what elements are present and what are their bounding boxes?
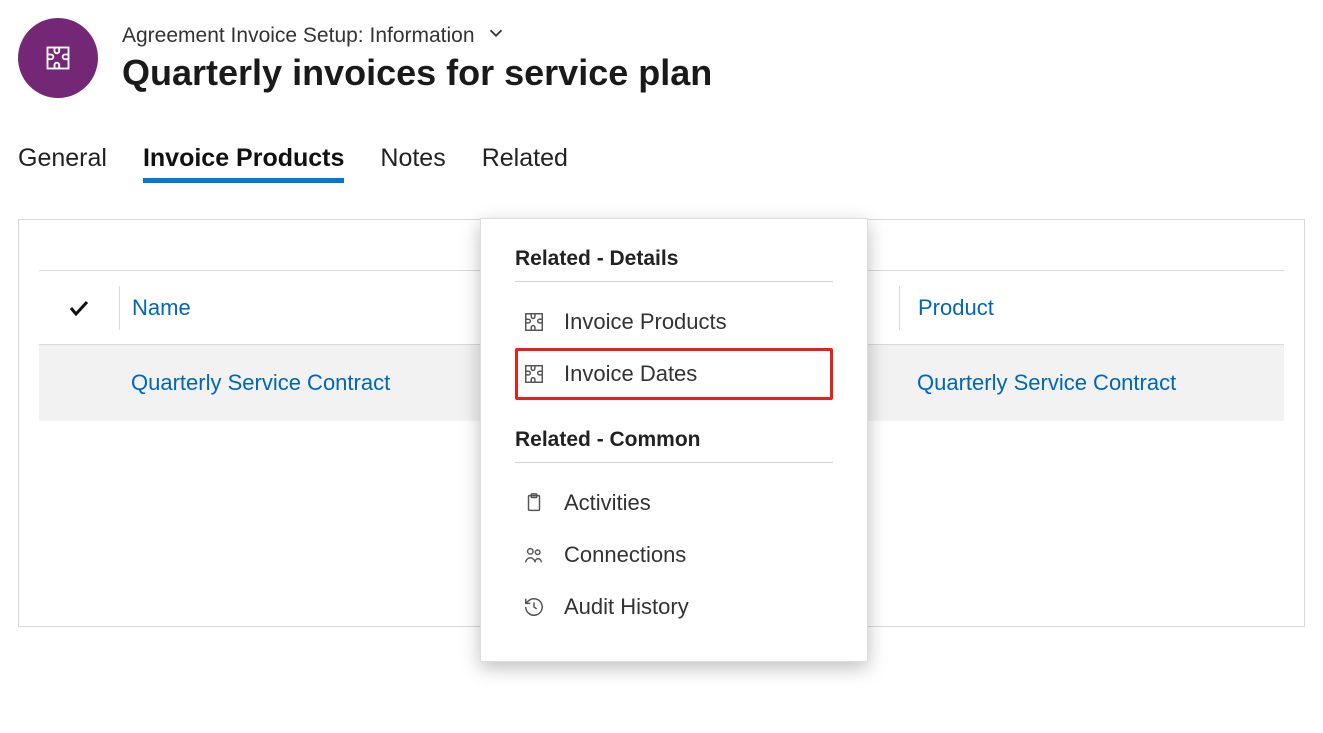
entity-badge [18, 18, 98, 98]
related-item-activities[interactable]: Activities [515, 477, 833, 529]
column-header-product[interactable]: Product [899, 286, 1284, 330]
record-header: Agreement Invoice Setup: Information Qua… [0, 0, 1323, 98]
tab-related[interactable]: Related [482, 144, 568, 181]
related-item-label: Invoice Products [564, 309, 727, 335]
puzzle-icon [522, 310, 546, 334]
related-common-heading: Related - Common [515, 428, 833, 463]
form-name-row[interactable]: Agreement Invoice Setup: Information [122, 22, 712, 50]
form-name-label: Agreement Invoice Setup: Information [122, 24, 475, 48]
related-item-label: Audit History [564, 594, 689, 620]
tab-notes[interactable]: Notes [380, 144, 445, 181]
tab-invoice-products[interactable]: Invoice Products [143, 144, 344, 181]
puzzle-icon [522, 362, 546, 386]
puzzle-icon [44, 44, 72, 72]
cell-product[interactable]: Quarterly Service Contract [899, 370, 1284, 396]
tab-general[interactable]: General [18, 144, 107, 181]
related-item-label: Activities [564, 490, 651, 516]
related-item-invoice-dates[interactable]: Invoice Dates [515, 348, 833, 400]
people-icon [522, 543, 546, 567]
related-item-connections[interactable]: Connections [515, 529, 833, 581]
record-title: Quarterly invoices for service plan [122, 52, 712, 94]
clipboard-icon [522, 491, 546, 515]
tab-strip: General Invoice Products Notes Related [0, 98, 1323, 181]
chevron-down-icon [485, 22, 507, 50]
history-icon [522, 595, 546, 619]
related-details-heading: Related - Details [515, 247, 833, 282]
related-item-invoice-products[interactable]: Invoice Products [515, 296, 833, 348]
related-dropdown: Related - Details Invoice Products Invoi… [480, 218, 868, 662]
related-item-label: Connections [564, 542, 686, 568]
related-item-label: Invoice Dates [564, 361, 697, 387]
related-item-audit-history[interactable]: Audit History [515, 581, 833, 633]
select-all-check[interactable] [39, 296, 119, 320]
